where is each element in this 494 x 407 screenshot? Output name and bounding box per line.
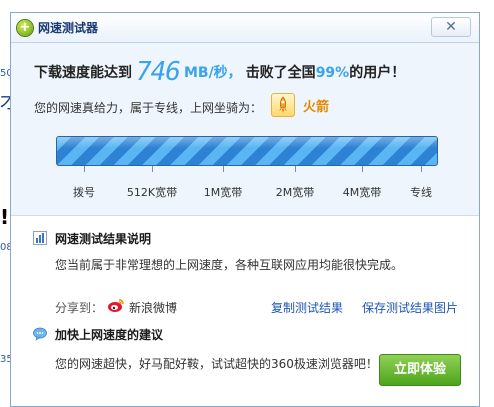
rank-name: 火箭 [303,100,330,115]
speed-unit: MB/秒， [183,65,242,81]
rocket-icon [271,93,295,117]
copy-result-link[interactable]: 复制测试结果 [271,299,343,316]
tick-label-dialup: 拨号 [73,186,95,199]
tick-mark [223,166,224,172]
headline-suffix: 的用户！ [349,65,406,81]
tick-label-dedicated: 专线 [410,186,432,199]
close-button[interactable]: ✕ [431,17,471,37]
weibo-label[interactable]: 新浪微博 [129,299,177,316]
share-label: 分享到： [55,301,104,315]
title-bar[interactable]: + 网速测试器 ✕ [11,13,479,43]
save-result-image-link[interactable]: 保存测试结果图片 [362,299,458,316]
app-logo-icon: + [17,20,33,36]
try-now-button[interactable]: 立即体验 [379,354,461,386]
advice-title: 加快上网速度的建议 [55,328,164,342]
speed-progress-bar [56,136,438,166]
tick-label-512k: 512K宽带 [126,186,178,199]
weibo-icon[interactable] [107,298,125,313]
progress-shine [57,137,437,149]
result-panel: 下载速度能达到 746 MB/秒， 击败了全国99%的用户！ 您的网速真给力，属于专线… [11,43,479,216]
background-text: ! [0,205,10,229]
advice-text: 您的网速超快，好马配好鞍，试试超快的360极速浏览器吧！ [55,357,378,371]
tick-mark [84,166,85,172]
progress-ticks [56,166,438,174]
headline-prefix: 下载速度能达到 [34,65,132,81]
tick-mark [152,166,153,172]
bar-chart-icon [33,230,47,245]
window-title: 网速测试器 [38,21,99,35]
result-headline: 下载速度能达到 746 MB/秒， 击败了全国99%的用户！ [34,57,405,87]
tick-label-2m: 2M宽带 [275,186,315,199]
tick-label-4m: 4M宽带 [342,186,382,199]
result-subline: 您的网速真给力，属于专线，上网坐骑为： [34,101,263,115]
headline-mid: 击败了全国 [245,65,316,81]
tick-label-1m: 1M宽带 [203,186,243,199]
tick-mark [295,166,296,172]
tick-mark [421,166,422,172]
explain-text: 您当前属于非常理想的上网速度，各种互联网应用均能很快完成。 [55,258,404,272]
beat-percent: 99% [315,65,350,81]
tick-mark [362,166,363,172]
explain-title: 网速测试结果说明 [55,232,152,246]
speed-value: 746 [136,57,181,87]
speech-bubble-icon [33,326,47,341]
speed-test-window: + 网速测试器 ✕ 下载速度能达到 746 MB/秒， 击败了全国99%的用户！ 您的… [10,12,480,407]
